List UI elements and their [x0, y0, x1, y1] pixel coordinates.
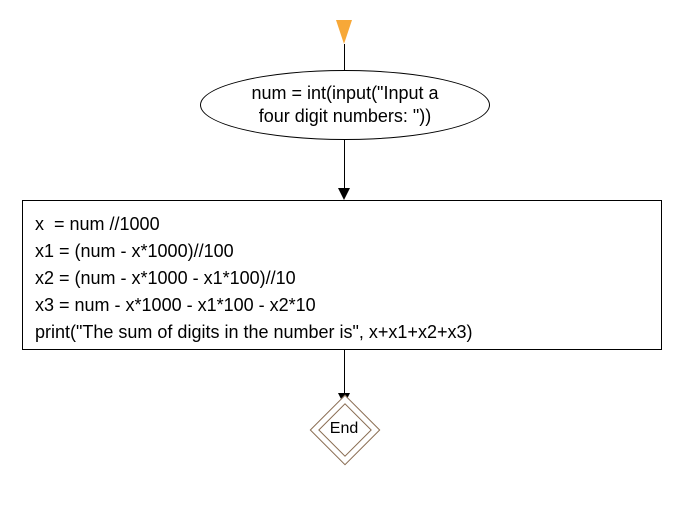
end-node: End: [320, 405, 368, 453]
process-line1: x = num //1000: [35, 214, 160, 234]
input-node: num = int(input("Input a four digit numb…: [200, 70, 490, 140]
process-line4: x3 = num - x*1000 - x1*100 - x2*10: [35, 295, 316, 315]
down-arrow-icon: [336, 20, 352, 44]
start-arrow: [336, 20, 352, 44]
end-label: End: [320, 405, 368, 453]
process-node: x = num //1000 x1 = (num - x*1000)//100 …: [22, 200, 662, 350]
flowchart-canvas: num = int(input("Input a four digit numb…: [0, 0, 684, 506]
connector-line: [344, 350, 345, 393]
process-line3: x2 = (num - x*1000 - x1*100)//10: [35, 268, 296, 288]
process-line2: x1 = (num - x*1000)//100: [35, 241, 234, 261]
input-line2: four digit numbers: ")): [259, 106, 431, 126]
connector-line: [344, 140, 345, 188]
connector-line: [344, 44, 345, 70]
input-line1: num = int(input("Input a: [252, 83, 439, 103]
process-line5: print("The sum of digits in the number i…: [35, 322, 472, 342]
down-arrowhead-icon: [338, 188, 350, 200]
input-node-text: num = int(input("Input a four digit numb…: [252, 82, 439, 129]
